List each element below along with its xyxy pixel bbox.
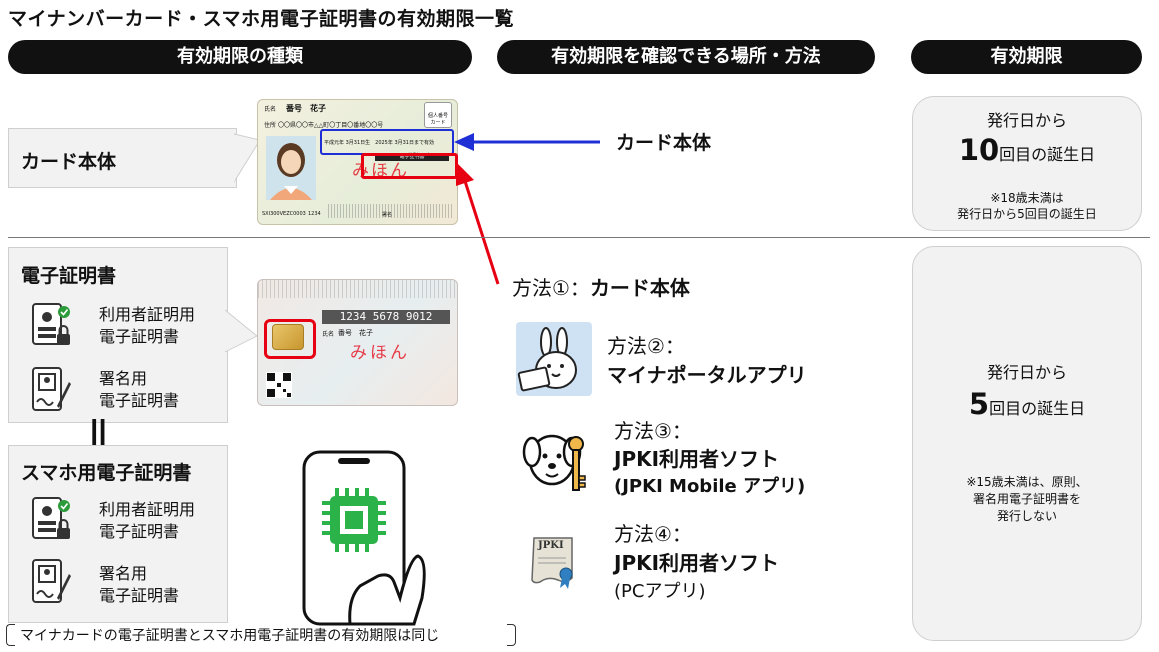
red-arrow — [462, 177, 500, 285]
method-3-prefix: 方法③： — [614, 419, 692, 443]
card-expiry-number: 10 — [958, 133, 1000, 167]
card-badge-line1: 個人番号 — [427, 113, 448, 119]
header-expiry: 有効期限 — [911, 40, 1142, 74]
card-front-name-label: 氏名 — [264, 106, 277, 113]
card-expiry-note1: ※18歳未満は — [990, 191, 1064, 205]
card-label-box: カード本体 — [8, 128, 237, 188]
cert-user-line2: 電子証明書 — [99, 327, 180, 346]
card-expiry-suffix: 回目の誕生日 — [999, 145, 1096, 164]
chip-highlight-box — [264, 319, 316, 359]
footnote-bracket-left — [6, 624, 15, 646]
cert-box: 電子証明書 利用者証明用 電子証明書 署名用 電子証明書 — [8, 247, 228, 423]
footnote-bracket-right — [507, 624, 516, 646]
method-2-prefix: 方法②： — [607, 334, 685, 358]
card-front-serial: SXI300VEZC0003 — [262, 211, 306, 217]
mynaportal-app-icon — [516, 322, 592, 396]
smartphone-heading: スマホ用電子証明書 — [21, 462, 192, 484]
qr-code — [266, 372, 292, 398]
jpki-tag: JPKI — [538, 540, 564, 551]
smartphone-illustration — [302, 450, 426, 626]
method-1: 方法①：カード本体 — [512, 272, 690, 301]
method-1-prefix: 方法①： — [512, 276, 590, 300]
method-2-label: マイナポータルアプリ — [607, 363, 807, 387]
smartphone-sign-cert-icon — [32, 559, 71, 603]
cert-heading: 電子証明書 — [21, 265, 117, 287]
cert-callout-pointer — [225, 309, 258, 353]
method-1-label: カード本体 — [589, 276, 690, 300]
user-cert-icon — [32, 303, 70, 345]
card-expiry-line: 10回目の誕生日 — [913, 133, 1141, 167]
card-back-fine-print — [258, 280, 457, 298]
cert-expiry-line: 5回目の誕生日 — [913, 387, 1141, 421]
card-front-address-label: 住所 — [264, 122, 277, 129]
smartphone-box: スマホ用電子証明書 利用者証明用 電子証明書 署名用 電子証明書 — [8, 445, 228, 623]
red-arrow-head — [456, 162, 474, 186]
cert-expiry-note3: 発行しない — [996, 509, 1057, 523]
card-front-number-small: 1234 — [308, 211, 321, 217]
cert-expiry-box: 発行日から 5回目の誕生日 ※15歳未満は、原則、 署名用電子証明書を 発行しな… — [912, 246, 1142, 641]
smartphone-sign-line1: 署名用 — [99, 564, 148, 583]
method-4-prefix: 方法④： — [614, 522, 692, 546]
card-front-sign-label: 署名 — [382, 212, 393, 218]
card-front-name: 番号 花子 — [286, 104, 326, 113]
blue-highlight-box — [320, 129, 454, 155]
card-front-address: 〇〇県〇〇市△△町〇丁目〇番地〇〇号 — [278, 122, 384, 129]
sign-cert-icon — [32, 367, 71, 411]
cert-expiry-from: 発行日から — [986, 363, 1067, 382]
method-3-line2: (JPKI Mobile アプリ) — [614, 476, 806, 497]
jpki-mobile-app-icon — [522, 434, 586, 491]
chip-icon — [322, 488, 386, 552]
card-expiry-from: 発行日から — [986, 111, 1067, 130]
blue-arrow-head — [454, 133, 474, 151]
cert-expiry-note2: 署名用電子証明書を — [972, 492, 1081, 506]
footnote: マイナカードの電子証明書とスマホ用電子証明書の有効期限は同じ — [20, 628, 440, 644]
page-title: マイナンバーカード・スマホ用電子証明書の有効期限一覧 — [8, 8, 515, 30]
cert-expiry-note1: ※15歳未満は、原則、 — [966, 475, 1088, 489]
method-3-line1: JPKI利用者ソフト — [614, 447, 780, 471]
smartphone-user-line2: 電子証明書 — [99, 522, 180, 541]
card-back-number: 1234 5678 9012 — [322, 310, 450, 324]
cert-sign-line1: 署名用 — [99, 369, 148, 388]
card-label: カード本体 — [21, 151, 117, 173]
smartphone-sign-line2: 電子証明書 — [99, 586, 180, 605]
cert-user-line1: 利用者証明用 — [99, 305, 196, 324]
cert-expiry-suffix: 回目の誕生日 — [989, 399, 1086, 418]
header-type: 有効期限の種類 — [8, 40, 472, 74]
card-back-name: 番号 花子 — [338, 329, 373, 337]
card-back-name-label: 氏名 — [322, 331, 335, 338]
header-where: 有効期限を確認できる場所・方法 — [497, 40, 875, 74]
card-expiry-box: 発行日から 10回目の誕生日 ※18歳未満は 発行日から5回目の誕生日 — [912, 96, 1142, 231]
section-divider — [8, 237, 1150, 238]
smartphone-user-line1: 利用者証明用 — [99, 500, 196, 519]
jpki-pc-app-icon: JPKI — [528, 532, 580, 590]
portrait-photo — [266, 136, 316, 200]
cert-sign-line2: 電子証明書 — [99, 391, 180, 410]
card-expiry-note2: 発行日から5回目の誕生日 — [957, 207, 1097, 221]
method-4-line1: JPKI利用者ソフト — [614, 551, 780, 575]
card-callout-label: カード本体 — [616, 132, 712, 154]
card-back-stamp: みほん — [350, 343, 410, 363]
cert-expiry-number: 5 — [968, 387, 990, 421]
method-4-line2: (PCアプリ) — [614, 581, 706, 602]
smartphone-user-cert-icon — [32, 497, 70, 539]
